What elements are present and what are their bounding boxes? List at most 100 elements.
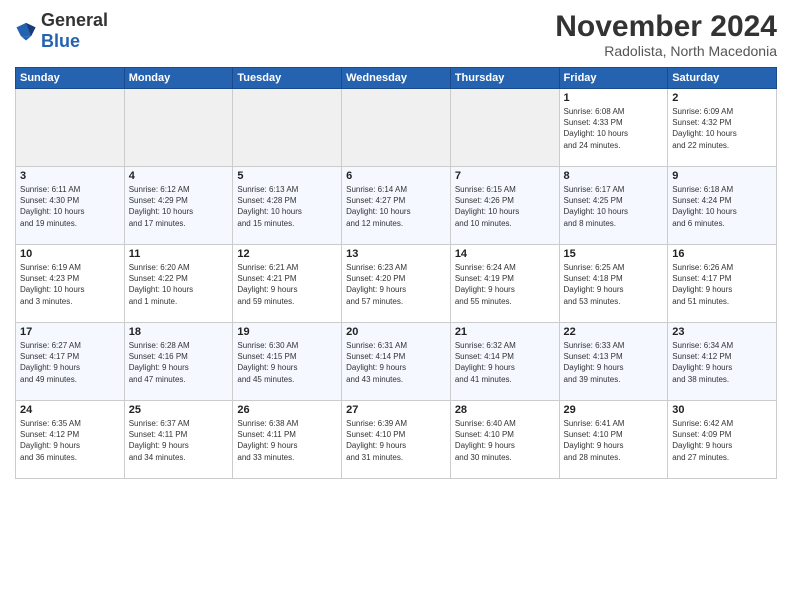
table-row: 19Sunrise: 6:30 AM Sunset: 4:15 PM Dayli… [233,323,342,401]
day-number: 24 [20,404,120,416]
day-number: 22 [564,326,664,338]
day-number: 6 [346,170,446,182]
day-number: 3 [20,170,120,182]
day-number: 4 [129,170,229,182]
day-info: Sunrise: 6:12 AM Sunset: 4:29 PM Dayligh… [129,184,229,229]
col-monday: Monday [124,68,233,89]
day-info: Sunrise: 6:13 AM Sunset: 4:28 PM Dayligh… [237,184,337,229]
table-row: 14 Sunrise: 6:24 AM Sunset: 4:19 PM Dayli… [450,245,559,323]
table-row: 10 Sunrise: 6:19 AM Sunset: 4:23 PM Dayli… [16,245,125,323]
day-number: 25 [129,404,229,416]
calendar-week-row: 3 Sunrise: 6:11 AM Sunset: 4:30 PM Daylig… [16,167,777,245]
day-number: 20 [346,326,446,338]
day-info: Sunrise: 6:37 AM Sunset: 4:11 PM Dayligh… [129,418,229,463]
table-row [450,89,559,167]
day-info: Sunrise: 6:35 AM Sunset: 4:12 PM Dayligh… [20,418,120,463]
day-number: 21 [455,326,555,338]
day-info: Sunrise: 6:25 AM Sunset: 4:18 PM Dayligh… [564,262,664,307]
table-row: 7 Sunrise: 6:15 AM Sunset: 4:26 PM Daylig… [450,167,559,245]
day-info: Sunrise: 6:40 AM Sunset: 4:10 PM Dayligh… [455,418,555,463]
calendar-week-row: 1Sunrise: 6:08 AM Sunset: 4:33 PM Daylig… [16,89,777,167]
day-number: 15 [564,248,664,260]
calendar-week-row: 17 Sunrise: 6:27 AM Sunset: 4:17 PM Dayli… [16,323,777,401]
table-row: 15 Sunrise: 6:25 AM Sunset: 4:18 PM Dayli… [559,245,668,323]
col-sunday: Sunday [16,68,125,89]
table-row [16,89,125,167]
day-number: 14 [455,248,555,260]
table-row: 11 Sunrise: 6:20 AM Sunset: 4:22 PM Dayli… [124,245,233,323]
calendar-header-row: Sunday Monday Tuesday Wednesday Thursday… [16,68,777,89]
logo-icon [15,20,37,42]
day-info: Sunrise: 6:27 AM Sunset: 4:17 PM Dayligh… [20,340,120,385]
day-info: Sunrise: 6:33 AM Sunset: 4:13 PM Dayligh… [564,340,664,385]
day-number: 12 [237,248,337,260]
logo-text: General Blue [41,10,108,52]
calendar-table: Sunday Monday Tuesday Wednesday Thursday… [15,67,777,479]
table-row [124,89,233,167]
month-title: November 2024 [555,10,777,43]
table-row: 28 Sunrise: 6:40 AM Sunset: 4:10 PM Dayli… [450,401,559,479]
table-row: 18Sunrise: 6:28 AM Sunset: 4:16 PM Dayli… [124,323,233,401]
table-row: 27Sunrise: 6:39 AM Sunset: 4:10 PM Dayli… [342,401,451,479]
table-row [342,89,451,167]
logo-general: General [41,10,108,30]
day-number: 7 [455,170,555,182]
day-info: Sunrise: 6:20 AM Sunset: 4:22 PM Dayligh… [129,262,229,307]
day-info: Sunrise: 6:15 AM Sunset: 4:26 PM Dayligh… [455,184,555,229]
day-info: Sunrise: 6:24 AM Sunset: 4:19 PM Dayligh… [455,262,555,307]
table-row: 23 Sunrise: 6:34 AM Sunset: 4:12 PM Dayli… [668,323,777,401]
day-info: Sunrise: 6:32 AM Sunset: 4:14 PM Dayligh… [455,340,555,385]
col-wednesday: Wednesday [342,68,451,89]
logo-blue: Blue [41,31,80,51]
location-subtitle: Radolista, North Macedonia [555,43,777,59]
day-number: 11 [129,248,229,260]
table-row: 30 Sunrise: 6:42 AM Sunset: 4:09 PM Dayli… [668,401,777,479]
table-row: 16 Sunrise: 6:26 AM Sunset: 4:17 PM Dayli… [668,245,777,323]
day-number: 8 [564,170,664,182]
day-info: Sunrise: 6:42 AM Sunset: 4:09 PM Dayligh… [672,418,772,463]
table-row: 20 Sunrise: 6:31 AM Sunset: 4:14 PM Dayli… [342,323,451,401]
day-info: Sunrise: 6:11 AM Sunset: 4:30 PM Dayligh… [20,184,120,229]
day-info: Sunrise: 6:17 AM Sunset: 4:25 PM Dayligh… [564,184,664,229]
day-number: 30 [672,404,772,416]
table-row: 2 Sunrise: 6:09 AM Sunset: 4:32 PM Daylig… [668,89,777,167]
col-saturday: Saturday [668,68,777,89]
logo: General Blue [15,10,108,52]
day-number: 29 [564,404,664,416]
calendar-week-row: 24 Sunrise: 6:35 AM Sunset: 4:12 PM Dayli… [16,401,777,479]
day-number: 10 [20,248,120,260]
table-row: 25 Sunrise: 6:37 AM Sunset: 4:11 PM Dayli… [124,401,233,479]
day-info: Sunrise: 6:23 AM Sunset: 4:20 PM Dayligh… [346,262,446,307]
day-info: Sunrise: 6:34 AM Sunset: 4:12 PM Dayligh… [672,340,772,385]
day-number: 28 [455,404,555,416]
table-row: 22 Sunrise: 6:33 AM Sunset: 4:13 PM Dayli… [559,323,668,401]
col-tuesday: Tuesday [233,68,342,89]
table-row: 26Sunrise: 6:38 AM Sunset: 4:11 PM Dayli… [233,401,342,479]
table-row: 17 Sunrise: 6:27 AM Sunset: 4:17 PM Dayli… [16,323,125,401]
day-info: Sunrise: 6:30 AM Sunset: 4:15 PM Dayligh… [237,340,337,385]
day-number: 2 [672,92,772,104]
table-row: 12 Sunrise: 6:21 AM Sunset: 4:21 PM Dayli… [233,245,342,323]
day-info: Sunrise: 6:08 AM Sunset: 4:33 PM Dayligh… [564,106,664,151]
day-info: Sunrise: 6:26 AM Sunset: 4:17 PM Dayligh… [672,262,772,307]
calendar-week-row: 10 Sunrise: 6:19 AM Sunset: 4:23 PM Dayli… [16,245,777,323]
header: General Blue November 2024 Radolista, No… [15,10,777,59]
day-info: Sunrise: 6:19 AM Sunset: 4:23 PM Dayligh… [20,262,120,307]
table-row: 3 Sunrise: 6:11 AM Sunset: 4:30 PM Daylig… [16,167,125,245]
table-row: 29Sunrise: 6:41 AM Sunset: 4:10 PM Dayli… [559,401,668,479]
table-row: 13Sunrise: 6:23 AM Sunset: 4:20 PM Dayli… [342,245,451,323]
day-info: Sunrise: 6:21 AM Sunset: 4:21 PM Dayligh… [237,262,337,307]
day-info: Sunrise: 6:14 AM Sunset: 4:27 PM Dayligh… [346,184,446,229]
table-row: 24 Sunrise: 6:35 AM Sunset: 4:12 PM Dayli… [16,401,125,479]
day-info: Sunrise: 6:18 AM Sunset: 4:24 PM Dayligh… [672,184,772,229]
table-row: 8 Sunrise: 6:17 AM Sunset: 4:25 PM Daylig… [559,167,668,245]
table-row: 4 Sunrise: 6:12 AM Sunset: 4:29 PM Daylig… [124,167,233,245]
table-row: 1Sunrise: 6:08 AM Sunset: 4:33 PM Daylig… [559,89,668,167]
day-number: 17 [20,326,120,338]
day-info: Sunrise: 6:31 AM Sunset: 4:14 PM Dayligh… [346,340,446,385]
table-row: 5Sunrise: 6:13 AM Sunset: 4:28 PM Daylig… [233,167,342,245]
day-number: 16 [672,248,772,260]
day-info: Sunrise: 6:09 AM Sunset: 4:32 PM Dayligh… [672,106,772,151]
col-thursday: Thursday [450,68,559,89]
day-number: 23 [672,326,772,338]
